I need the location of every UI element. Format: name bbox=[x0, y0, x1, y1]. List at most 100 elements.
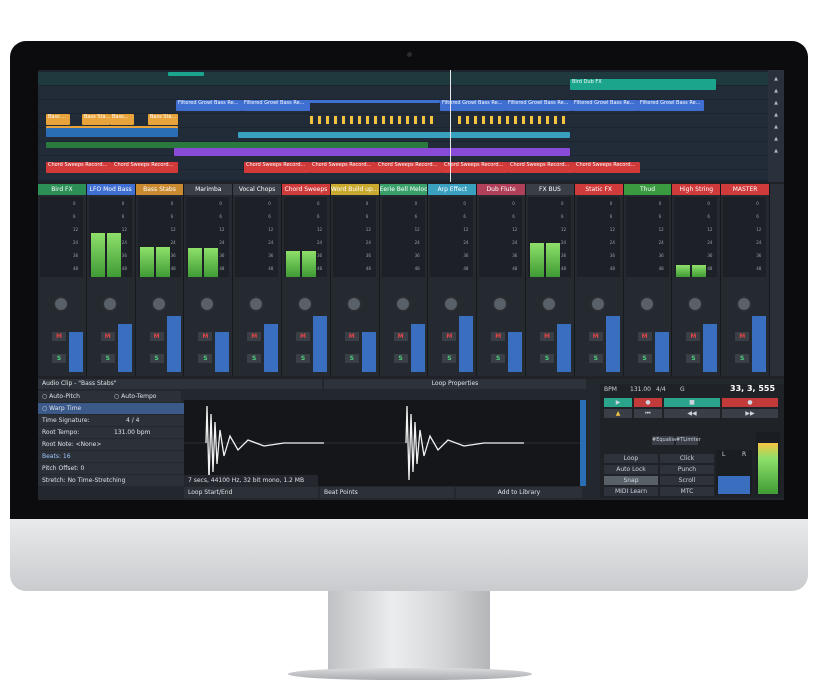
pan-knob[interactable] bbox=[199, 296, 216, 312]
pan-knob[interactable] bbox=[638, 296, 655, 312]
timeline-clip[interactable]: Chord Sweeps Record... bbox=[46, 162, 112, 173]
mute-button[interactable]: M bbox=[637, 332, 652, 341]
warning-button[interactable]: ▲ bbox=[604, 409, 632, 418]
solo-button[interactable]: S bbox=[393, 354, 408, 363]
timeline-clip[interactable]: Filtered Growl Bass Re... bbox=[506, 100, 572, 111]
volume-fader[interactable] bbox=[166, 316, 181, 372]
pan-knob[interactable] bbox=[687, 296, 704, 312]
click-button[interactable]: Click bbox=[660, 454, 714, 463]
timeline-clip[interactable]: Bass ... bbox=[46, 114, 70, 125]
rewind-button[interactable]: ◀◀ bbox=[664, 409, 720, 418]
timeline-clip[interactable]: Chord Sweeps Record... bbox=[376, 162, 442, 173]
volume-fader[interactable] bbox=[703, 324, 718, 372]
solo-button[interactable]: S bbox=[149, 354, 164, 363]
volume-fader[interactable] bbox=[654, 332, 669, 372]
position-readout[interactable]: 33, 3, 555 bbox=[730, 384, 775, 393]
channel-name[interactable]: Marimba bbox=[184, 184, 233, 195]
root-note-select[interactable]: Root Note: <None> bbox=[38, 439, 185, 450]
solo-button[interactable]: S bbox=[247, 354, 262, 363]
root-tempo-row[interactable]: Root Tempo: 131.00 bpm bbox=[38, 427, 185, 438]
track-arrow-icon[interactable]: ▲ bbox=[768, 76, 784, 82]
timeline-clip[interactable]: Chord Sweeps Record... bbox=[508, 162, 574, 173]
plugin-limiter[interactable]: #TLimiter bbox=[676, 436, 701, 445]
track-controls-column[interactable]: ▲ ▲ ▲ ▲ ▲ ▲ ▲ bbox=[768, 70, 784, 182]
beat-points-select[interactable]: Beat Points bbox=[320, 487, 454, 498]
mute-button[interactable]: M bbox=[344, 332, 359, 341]
timeline-clip[interactable]: Chord Sweeps Record... bbox=[574, 162, 640, 173]
auto-tempo-radio[interactable]: ○ Auto-Tempo bbox=[110, 391, 181, 402]
timeline-clip[interactable]: Bass Sta... bbox=[148, 114, 178, 125]
solo-button[interactable]: S bbox=[540, 354, 554, 363]
track-arrow-icon[interactable]: ▲ bbox=[768, 88, 784, 94]
channel-name[interactable]: LFO Mod Bass bbox=[86, 184, 135, 195]
time-signature-value[interactable]: 4 / 4 bbox=[126, 415, 139, 426]
rec-arm-button[interactable]: ● bbox=[722, 398, 778, 407]
timeline-clip[interactable]: Chord Sweeps Record... bbox=[112, 162, 178, 173]
stretch-select[interactable]: Stretch: No Time-Stretching bbox=[38, 475, 185, 486]
channel-name[interactable]: Vocal Chops bbox=[233, 184, 281, 195]
solo-button[interactable]: S bbox=[442, 354, 457, 363]
timeline-clip[interactable]: Chord Sweeps Record... bbox=[442, 162, 508, 173]
timeline-clip[interactable]: Bird Dub FX bbox=[570, 79, 716, 90]
timeline-clip[interactable]: Filtered Growl Bass Re... bbox=[572, 100, 638, 111]
channel-name[interactable]: Bird FX bbox=[38, 184, 86, 195]
mute-button[interactable]: M bbox=[588, 332, 603, 341]
pan-knob[interactable] bbox=[297, 296, 313, 312]
volume-fader[interactable] bbox=[361, 332, 376, 372]
pan-knob[interactable] bbox=[248, 296, 265, 312]
timeline-clip[interactable]: Chord Sweeps Record... bbox=[244, 162, 310, 173]
solo-button[interactable]: S bbox=[686, 354, 701, 363]
timeline-clip[interactable]: Bass Sta... bbox=[82, 114, 110, 125]
timeline-clip[interactable]: Filtered Growl Bass Re... bbox=[638, 100, 704, 111]
scroll-button[interactable]: Scroll bbox=[660, 476, 714, 485]
volume-fader[interactable] bbox=[215, 332, 230, 372]
snap-button[interactable]: Snap bbox=[604, 476, 658, 485]
time-signature-row[interactable]: Time Signature: 4 / 4 bbox=[38, 415, 185, 426]
solo-button[interactable]: S bbox=[198, 354, 213, 363]
mtc-button[interactable]: MTC bbox=[660, 487, 714, 496]
pan-knob[interactable] bbox=[101, 296, 118, 312]
track-arrow-icon[interactable]: ▲ bbox=[768, 148, 784, 154]
mixer-side-toolbar[interactable] bbox=[770, 184, 784, 376]
channel-name[interactable]: Eerie Bell Melody bbox=[379, 184, 428, 195]
midi-learn-button[interactable]: MIDI Learn bbox=[604, 487, 658, 496]
channel-name[interactable]: FX BUS bbox=[526, 184, 574, 195]
mute-button[interactable]: M bbox=[198, 332, 213, 341]
solo-button[interactable]: S bbox=[52, 354, 66, 363]
root-tempo-value[interactable]: 131.00 bpm bbox=[114, 427, 150, 438]
track-arrow-icon[interactable]: ▲ bbox=[768, 124, 784, 130]
clip-bar[interactable] bbox=[46, 128, 178, 137]
warp-time-radio[interactable]: ○ Warp Time bbox=[38, 403, 185, 414]
rewind-to-start-button[interactable]: ⏮ bbox=[634, 409, 662, 418]
pan-knob[interactable] bbox=[443, 296, 460, 312]
timeline-clip[interactable]: Filtered Growl Bass Re... bbox=[242, 100, 310, 111]
loop-button[interactable]: Loop bbox=[604, 454, 658, 463]
stop-button[interactable]: ■ bbox=[664, 398, 720, 407]
pitch-offset-field[interactable]: Pitch Offset: 0 bbox=[38, 463, 185, 474]
volume-fader[interactable] bbox=[557, 324, 571, 372]
solo-button[interactable]: S bbox=[588, 354, 603, 363]
volume-fader[interactable] bbox=[264, 324, 279, 372]
clip-bar[interactable] bbox=[238, 132, 570, 138]
timeline-clip[interactable]: Bass... bbox=[110, 114, 134, 125]
beats-field[interactable]: Beats: 16 bbox=[38, 451, 185, 462]
mute-button[interactable]: M bbox=[686, 332, 701, 341]
mute-button[interactable]: M bbox=[100, 332, 115, 341]
mute-button[interactable]: M bbox=[149, 332, 164, 341]
mute-button[interactable]: M bbox=[442, 332, 457, 341]
volume-fader[interactable] bbox=[410, 324, 425, 372]
timeline-clip[interactable]: Filtered Growl Bass Re... bbox=[176, 100, 242, 111]
volume-fader[interactable] bbox=[117, 324, 132, 372]
mute-button[interactable]: M bbox=[735, 332, 750, 341]
plugin-equaliser[interactable]: #Equaliser bbox=[652, 436, 679, 445]
channel-name[interactable]: Static FX bbox=[574, 184, 623, 195]
volume-fader[interactable] bbox=[69, 332, 83, 372]
bpm-value[interactable]: 131.00 bbox=[630, 386, 651, 393]
add-to-library-button[interactable]: Add to Library bbox=[456, 487, 582, 498]
key-value[interactable]: G bbox=[680, 386, 685, 393]
mute-button[interactable]: M bbox=[296, 332, 310, 341]
record-button[interactable]: ● bbox=[634, 398, 662, 407]
pan-knob[interactable] bbox=[492, 296, 509, 312]
waveform-view[interactable] bbox=[184, 400, 586, 486]
volume-fader[interactable] bbox=[508, 332, 523, 372]
